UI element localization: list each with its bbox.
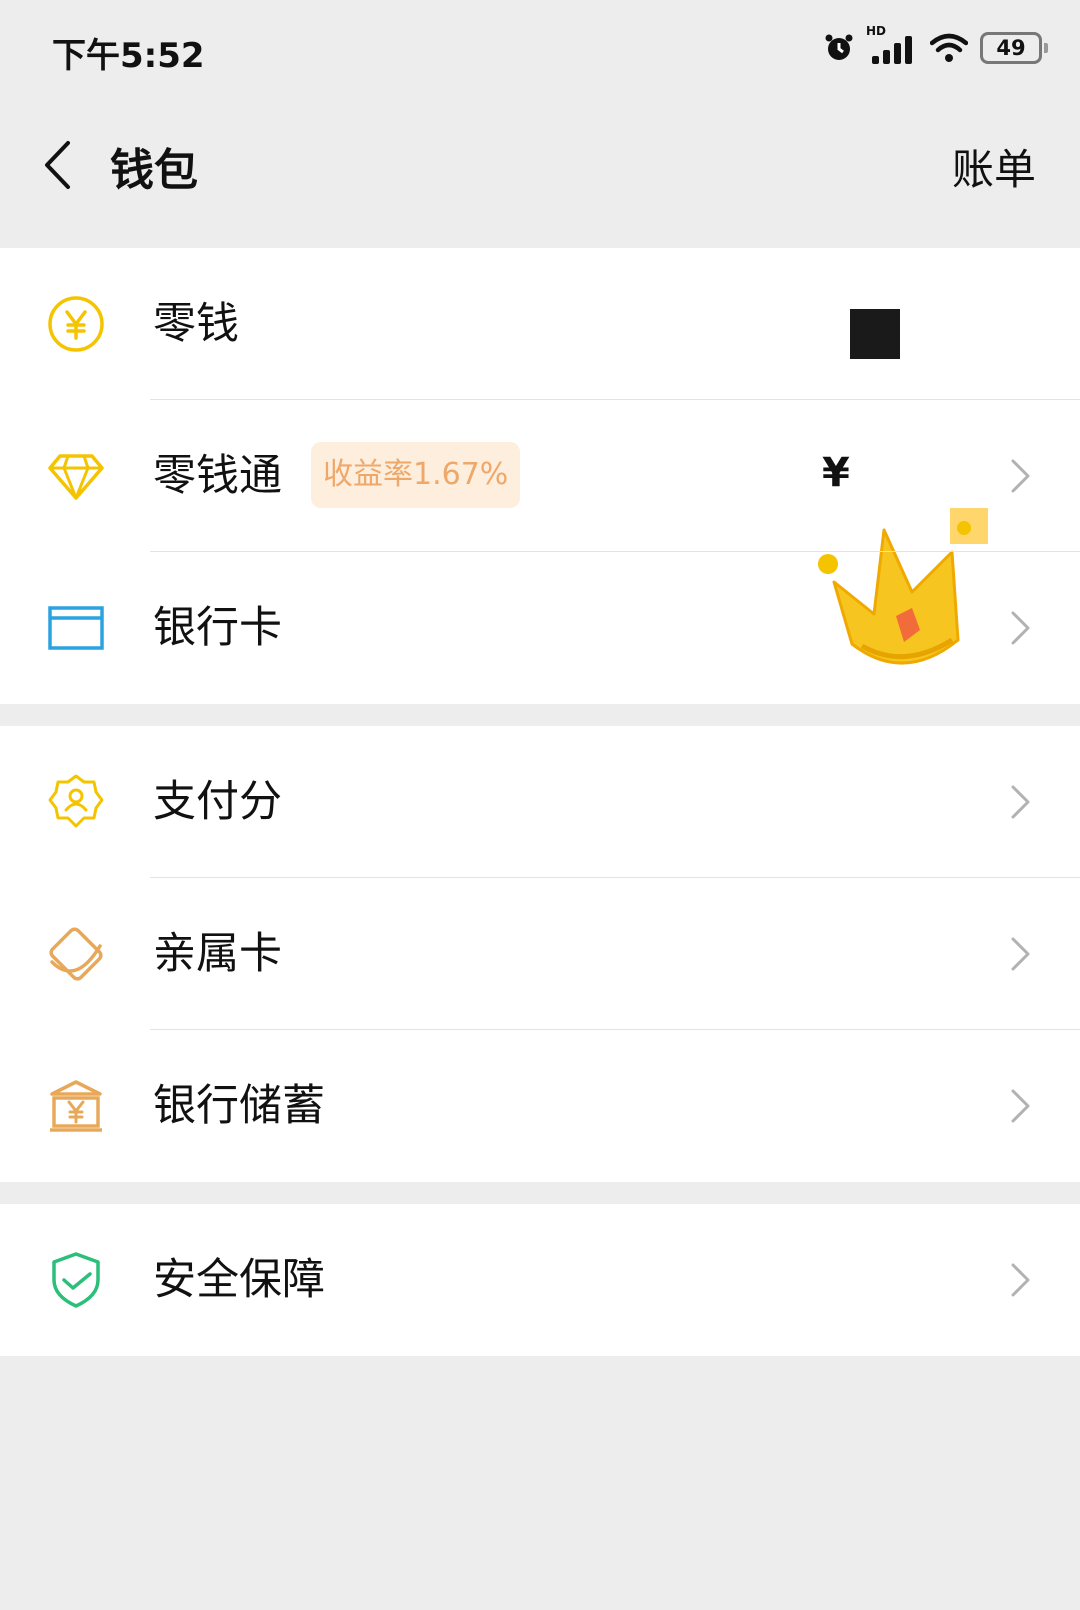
row-label-bank-savings: 银行储蓄 <box>153 1081 325 1131</box>
row-label-change-plus: 零钱通 <box>153 451 282 501</box>
wallet-group-security: 安全保障 <box>0 1204 1080 1356</box>
wifi-icon <box>930 33 968 62</box>
row-bank-card[interactable]: 银行卡 <box>0 552 1080 704</box>
row-family-card[interactable]: 亲属卡 <box>0 878 1080 1030</box>
nav-bar: 钱包 账单 <box>0 100 1080 248</box>
chevron-right-icon <box>1011 459 1030 493</box>
pay-score-icon <box>48 774 104 828</box>
diamond-icon <box>48 454 104 500</box>
redacted-balance-block <box>850 309 900 359</box>
battery-level: 49 <box>996 36 1026 60</box>
cellular-signal-icon: HD <box>866 24 918 66</box>
family-card-icon <box>49 927 103 981</box>
bill-link[interactable]: 账单 <box>952 136 1036 197</box>
alarm-icon <box>825 34 853 60</box>
wallet-group-funds: 零钱 零钱通 ¥ 银行卡 <box>0 248 1080 704</box>
row-bank-savings[interactable]: 银行储蓄 <box>0 1030 1080 1182</box>
bank-card-icon <box>48 606 104 650</box>
security-shield-icon <box>52 1252 100 1308</box>
row-security[interactable]: 安全保障 <box>0 1204 1080 1356</box>
status-time: 下午5:52 <box>52 36 205 76</box>
chevron-right-icon <box>1011 1263 1030 1297</box>
row-label-bank-card: 银行卡 <box>153 603 282 653</box>
chevron-right-icon <box>1011 611 1030 645</box>
chevron-right-icon <box>1011 785 1030 819</box>
battery-icon: 49 <box>980 32 1048 64</box>
row-change[interactable]: 零钱 <box>0 248 1080 400</box>
status-icons: HD 49 <box>824 24 1048 68</box>
chevron-right-icon <box>1011 937 1030 971</box>
bank-savings-icon <box>50 1080 102 1132</box>
chevron-right-icon <box>1011 1089 1030 1123</box>
row-pay-score[interactable]: 支付分 <box>0 726 1080 878</box>
page-title: 钱包 <box>110 145 198 196</box>
row-change-plus[interactable]: 零钱通 ¥ <box>0 400 1080 665</box>
change-plus-amount: ¥ <box>822 450 850 496</box>
yield-rate-badge: 收益率1.67% <box>311 442 521 508</box>
row-label-family-card: 亲属卡 <box>153 929 282 979</box>
back-button[interactable] <box>32 130 82 200</box>
yuan-circle-icon <box>48 296 104 352</box>
wallet-group-services: 支付分 亲属卡 银行储蓄 <box>0 726 1080 1182</box>
row-label-pay-score: 支付分 <box>153 777 282 827</box>
row-label-security: 安全保障 <box>153 1255 325 1305</box>
chevron-left-icon <box>45 141 70 189</box>
row-label-change: 零钱 <box>153 299 239 349</box>
status-bar: 下午5:52 HD 49 <box>0 0 1080 100</box>
